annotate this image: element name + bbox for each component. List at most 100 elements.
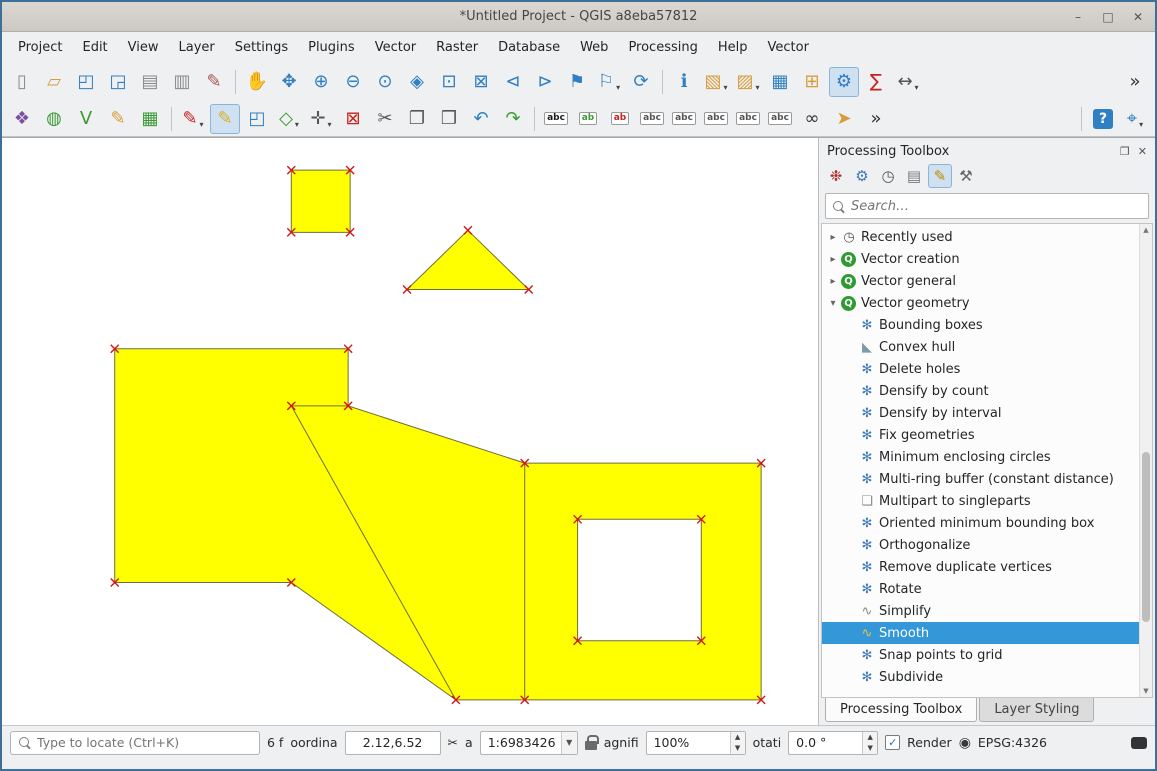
- open-attribute-table-button[interactable]: ▦: [765, 67, 795, 97]
- digitize-with-segment-button-dropdown-icon[interactable]: ▾: [295, 120, 299, 133]
- scrollbar-track[interactable]: [1140, 236, 1152, 685]
- menu-plugins[interactable]: Plugins: [298, 34, 365, 61]
- help-contents-button[interactable]: ?: [1088, 104, 1118, 134]
- select-features-button-dropdown-icon[interactable]: ▾: [724, 83, 728, 96]
- new-shapefile-layer-button[interactable]: ✎: [103, 104, 133, 134]
- toolbox-models-button[interactable]: ❉: [824, 164, 848, 188]
- expander-icon[interactable]: ▾: [826, 298, 840, 309]
- change-label-properties-button[interactable]: abc: [765, 104, 795, 134]
- toggle-editing-button[interactable]: ✎: [210, 104, 240, 134]
- spin-down-icon[interactable]: ▼: [731, 743, 745, 754]
- save-layer-edits-button[interactable]: ◰: [242, 104, 272, 134]
- scrollbar-thumb[interactable]: [1142, 452, 1150, 623]
- zoom-native-button[interactable]: ⊙: [370, 67, 400, 97]
- crs-label[interactable]: EPSG:4326: [978, 735, 1047, 750]
- vertex-tool-button-dropdown-icon[interactable]: ▾: [328, 120, 332, 133]
- maximize-button[interactable]: □: [1101, 10, 1115, 24]
- tree-item-vector-general[interactable]: ▸QVector general: [822, 270, 1139, 292]
- tree-item-multipart-to-singleparts[interactable]: Multipart to singleparts: [822, 490, 1139, 512]
- menu-database[interactable]: Database: [488, 34, 570, 61]
- save-project-as-button[interactable]: ◲: [103, 67, 133, 97]
- save-project-button[interactable]: ◰: [71, 67, 101, 97]
- toolbox-scripts-button[interactable]: ⚙: [850, 164, 874, 188]
- tree-item-convex-hull[interactable]: Convex hull: [822, 336, 1139, 358]
- maptips-button-dropdown-icon[interactable]: ▾: [1139, 120, 1143, 133]
- zoom-out-button[interactable]: ⊖: [338, 67, 368, 97]
- tree-item-recently-used[interactable]: ▸Recently used: [822, 226, 1139, 248]
- toolbox-search[interactable]: [825, 193, 1149, 219]
- toolbox-history-button[interactable]: ◷: [876, 164, 900, 188]
- tree-item-densify-by-count[interactable]: Densify by count: [822, 380, 1139, 402]
- title-bar[interactable]: *Untitled Project - QGIS a8eba57812 – □ …: [2, 2, 1155, 32]
- map-canvas-svg[interactable]: [2, 138, 818, 725]
- zoom-to-layer-button[interactable]: ⊠: [466, 67, 496, 97]
- toolbar-overflow-button[interactable]: »: [1120, 67, 1150, 97]
- new-project-button[interactable]: ▯: [7, 67, 37, 97]
- map-canvas[interactable]: [2, 138, 818, 725]
- zoom-to-selection-button[interactable]: ⊡: [434, 67, 464, 97]
- menu-view[interactable]: View: [118, 34, 169, 61]
- menu-vector[interactable]: Vector: [365, 34, 426, 61]
- data-source-manager-button[interactable]: ❖: [7, 104, 37, 134]
- expander-icon[interactable]: ▸: [826, 254, 840, 265]
- tree-item-rotate[interactable]: Rotate: [822, 578, 1139, 600]
- tree-item-delete-holes[interactable]: Delete holes: [822, 358, 1139, 380]
- tree-item-vector-creation[interactable]: ▸QVector creation: [822, 248, 1139, 270]
- rotation-spinbox[interactable]: 0.0 ° ▲ ▼: [788, 731, 878, 755]
- zoom-next-button[interactable]: ⊳: [530, 67, 560, 97]
- close-panel-icon[interactable]: ✕: [1138, 145, 1147, 158]
- field-calculator-button[interactable]: ⊞: [797, 67, 827, 97]
- paste-features-button[interactable]: ❒: [434, 104, 464, 134]
- tree-item-snap-points-to-grid[interactable]: Snap points to grid: [822, 644, 1139, 666]
- extents-toggle-icon[interactable]: ✂: [448, 735, 458, 750]
- toolbar2-overflow-button[interactable]: »: [861, 104, 891, 134]
- expander-icon[interactable]: ▸: [826, 276, 840, 287]
- pan-to-selection-button[interactable]: ✥: [274, 67, 304, 97]
- layer-diagram-options-button[interactable]: ab: [573, 104, 603, 134]
- new-temporary-scratch-layer-button[interactable]: ▦: [135, 104, 165, 134]
- edit-features-in-place-button[interactable]: ✎: [928, 164, 952, 188]
- highlight-pinned-labels-button[interactable]: abc: [637, 104, 667, 134]
- tree-item-densify-by-interval[interactable]: Densify by interval: [822, 402, 1139, 424]
- identify-features-button[interactable]: ℹ: [669, 67, 699, 97]
- layout-manager-button[interactable]: ▥: [167, 67, 197, 97]
- tree-item-smooth[interactable]: Smooth: [822, 622, 1139, 644]
- current-edits-button-dropdown-icon[interactable]: ▾: [200, 120, 204, 133]
- scroll-up-icon[interactable]: ▲: [1140, 224, 1152, 236]
- vertex-tool-button[interactable]: ✛▾: [306, 104, 336, 134]
- tree-item-vector-geometry[interactable]: ▾QVector geometry: [822, 292, 1139, 314]
- square-feature[interactable]: [291, 170, 350, 232]
- show-bookmarks-button-dropdown-icon[interactable]: ▾: [616, 83, 620, 96]
- scale-combo[interactable]: 1:6983426 ▼: [480, 731, 578, 755]
- menu-project[interactable]: Project: [8, 34, 72, 61]
- coordinate-display[interactable]: 2.12,6.52: [345, 731, 441, 755]
- crs-globe-icon[interactable]: ◉: [959, 735, 971, 751]
- locator-input[interactable]: [37, 735, 252, 750]
- close-button[interactable]: ✕: [1131, 10, 1145, 24]
- maptips-button[interactable]: ⌖▾: [1120, 104, 1150, 134]
- menu-help[interactable]: Help: [708, 34, 758, 61]
- tree-item-oriented-minimum-bounding-box[interactable]: Oriented minimum bounding box: [822, 512, 1139, 534]
- rotate-label-button[interactable]: abc: [733, 104, 763, 134]
- new-virtual-layer-button[interactable]: V: [71, 104, 101, 134]
- style-manager-button[interactable]: ✎: [199, 67, 229, 97]
- magnifier-spinbox[interactable]: 100% ▲ ▼: [646, 731, 746, 755]
- plugin-button[interactable]: ➤: [829, 104, 859, 134]
- render-checkbox[interactable]: ✓: [885, 735, 900, 750]
- menu-processing[interactable]: Processing: [618, 34, 707, 61]
- zoom-last-button[interactable]: ⊲: [498, 67, 528, 97]
- show-hide-labels-button[interactable]: abc: [669, 104, 699, 134]
- new-geopackage-layer-button[interactable]: ◍: [39, 104, 69, 134]
- deselect-features-button-dropdown-icon[interactable]: ▾: [756, 83, 760, 96]
- metasearch-button[interactable]: ∞: [797, 104, 827, 134]
- menu-edit[interactable]: Edit: [72, 34, 117, 61]
- toolbox-results-viewer-button[interactable]: ▤: [902, 164, 926, 188]
- menu-web[interactable]: Web: [570, 34, 618, 61]
- new-bookmark-button[interactable]: ⚑: [562, 67, 592, 97]
- tree-item-orthogonalize[interactable]: Orthogonalize: [822, 534, 1139, 556]
- scale-dropdown-icon[interactable]: ▼: [561, 732, 577, 754]
- menu-raster[interactable]: Raster: [426, 34, 488, 61]
- toolbox-options-button[interactable]: ⚒: [954, 164, 978, 188]
- pan-map-button[interactable]: ✋: [242, 67, 272, 97]
- processing-toolbox-button[interactable]: ⚙: [829, 67, 859, 97]
